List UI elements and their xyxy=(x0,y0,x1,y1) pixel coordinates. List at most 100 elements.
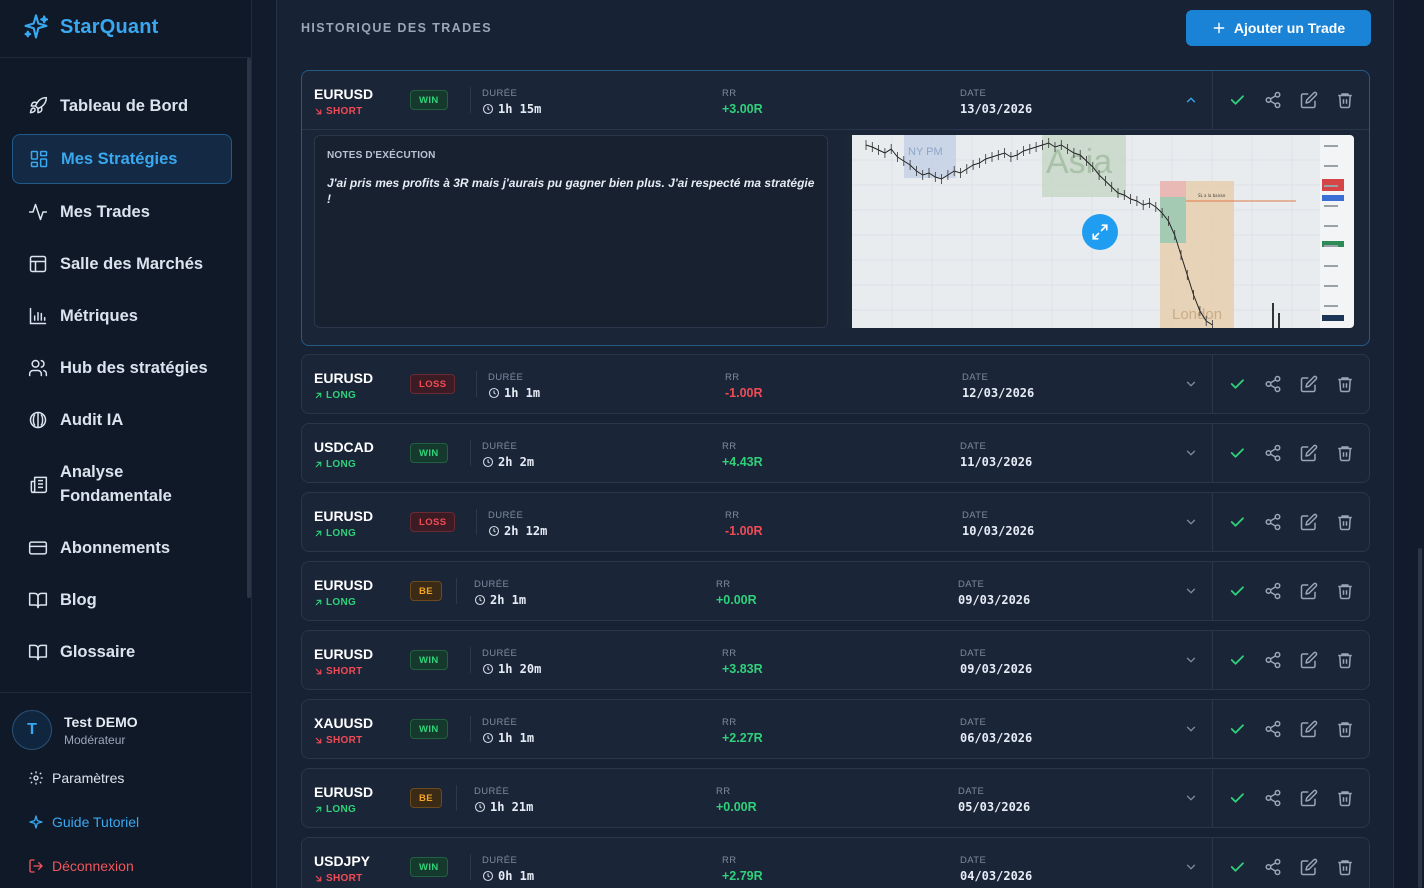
validate-button[interactable] xyxy=(1228,720,1246,738)
validate-button[interactable] xyxy=(1228,651,1246,669)
share-button[interactable] xyxy=(1264,513,1282,531)
trade-row-header[interactable]: EURUSD SHORT WIN DURÉE 1h 20m RR +3.83R DATE 09/… xyxy=(302,631,1369,689)
trade-pair: USDCAD xyxy=(314,439,374,455)
trade-row-header[interactable]: USDCAD LONG WIN DURÉE 2h 2m RR +4.43R DATE 11/03… xyxy=(302,424,1369,482)
sidebar-item-dashboard[interactable]: Tableau de Bord xyxy=(12,81,232,131)
chevron-down-icon[interactable] xyxy=(1184,860,1198,874)
tutorial-link[interactable]: Guide Tutoriel xyxy=(28,814,139,830)
divider xyxy=(456,785,457,811)
edit-button[interactable] xyxy=(1300,720,1318,738)
sidebar-item-label: Blog xyxy=(60,590,97,609)
trade-row-header[interactable]: EURUSD LONG BE DURÉE 1h 21m RR +0.00R DATE 05/03… xyxy=(302,769,1369,827)
sidebar-item-subscriptions[interactable]: Abonnements xyxy=(12,523,232,573)
edit-button[interactable] xyxy=(1300,444,1318,462)
delete-button[interactable] xyxy=(1336,375,1354,393)
chevron-down-icon[interactable] xyxy=(1184,722,1198,736)
validate-button[interactable] xyxy=(1228,444,1246,462)
trash-icon xyxy=(1336,791,1354,811)
trade-direction-label: LONG xyxy=(326,528,357,539)
sidebar-item-label: Mes Stratégies xyxy=(61,149,178,168)
edit-button[interactable] xyxy=(1300,375,1318,393)
validate-button[interactable] xyxy=(1228,375,1246,393)
trade-row-header[interactable]: EURUSD LONG LOSS DURÉE 1h 1m RR -1.00R DATE 12/0… xyxy=(302,355,1369,413)
duration-text: 0h 1m xyxy=(498,869,535,883)
edit-button[interactable] xyxy=(1300,582,1318,600)
validate-button[interactable] xyxy=(1228,858,1246,876)
sidebar-item-fundamental[interactable]: Analyse Fondamentale xyxy=(12,458,232,510)
trade-direction: LONG xyxy=(314,390,356,401)
divider xyxy=(1212,769,1213,827)
edit-button[interactable] xyxy=(1300,91,1318,109)
sidebar-item-strategies[interactable]: Mes Stratégies xyxy=(12,134,232,184)
trade-row-header[interactable]: EURUSD LONG BE DURÉE 2h 1m RR +0.00R DATE 09/03/… xyxy=(302,562,1369,620)
chevron-down-icon[interactable] xyxy=(1184,653,1198,667)
rr-label: RR xyxy=(716,579,731,590)
divider xyxy=(470,854,471,880)
date-value: 13/03/2026 xyxy=(960,102,1033,116)
sidebar-item-glossary[interactable]: Glossaire xyxy=(12,627,232,677)
delete-button[interactable] xyxy=(1336,444,1354,462)
sidebar-item-markets[interactable]: Salle des Marchés xyxy=(12,239,232,289)
chevron-down-icon[interactable] xyxy=(1184,377,1198,391)
validate-button[interactable] xyxy=(1228,789,1246,807)
chevron-down-icon[interactable] xyxy=(1184,446,1198,460)
share-button[interactable] xyxy=(1264,720,1282,738)
user-profile[interactable]: T Test DEMO Modérateur xyxy=(12,710,138,750)
page-scrollbar[interactable] xyxy=(1418,548,1422,888)
edit-button[interactable] xyxy=(1300,513,1318,531)
expand-image-button[interactable] xyxy=(1082,214,1118,250)
delete-button[interactable] xyxy=(1336,720,1354,738)
share-button[interactable] xyxy=(1264,858,1282,876)
users-icon xyxy=(28,359,48,377)
logo[interactable]: StarQuant xyxy=(22,12,158,42)
chevron-up-icon[interactable] xyxy=(1184,93,1198,107)
chevron-down-icon[interactable] xyxy=(1184,791,1198,805)
sidebar-item-label: Métriques xyxy=(60,306,138,325)
sidebar-scrollbar[interactable] xyxy=(247,58,251,598)
sidebar-item-blog[interactable]: Blog xyxy=(12,575,232,625)
share-button[interactable] xyxy=(1264,444,1282,462)
edit-button[interactable] xyxy=(1300,858,1318,876)
edit-icon xyxy=(1300,651,1318,673)
validate-button[interactable] xyxy=(1228,513,1246,531)
delete-button[interactable] xyxy=(1336,91,1354,109)
sidebar-item-audit[interactable]: Audit IA xyxy=(12,395,232,445)
check-icon xyxy=(1228,95,1246,113)
trade-chart-screenshot[interactable]: SL a la baisse NY PM Asia London xyxy=(846,135,1354,328)
duration-value: 0h 1m xyxy=(482,869,534,883)
sidebar-item-trades[interactable]: Mes Trades xyxy=(12,187,232,237)
duration-label: DURÉE xyxy=(474,786,510,797)
rr-label: RR xyxy=(722,88,737,99)
delete-button[interactable] xyxy=(1336,513,1354,531)
logout-link[interactable]: Déconnexion xyxy=(28,858,134,874)
delete-button[interactable] xyxy=(1336,582,1354,600)
sidebar-item-label: Abonnements xyxy=(60,538,171,557)
date-value: 09/03/2026 xyxy=(960,662,1033,676)
chevron-down-icon[interactable] xyxy=(1184,584,1198,598)
divider xyxy=(476,371,477,397)
trade-row-header[interactable]: EURUSD SHORT WIN DURÉE 1h 15m RR +3.00R DATE 13/… xyxy=(302,71,1369,129)
delete-button[interactable] xyxy=(1336,789,1354,807)
rr-label: RR xyxy=(722,648,737,659)
share-button[interactable] xyxy=(1264,375,1282,393)
trade-row-header[interactable]: USDJPY SHORT WIN DURÉE 0h 1m RR +2.79R DATE 04/0… xyxy=(302,838,1369,888)
delete-button[interactable] xyxy=(1336,858,1354,876)
sidebar-item-metrics[interactable]: Métriques xyxy=(12,291,232,341)
chevron-down-icon[interactable] xyxy=(1184,515,1198,529)
sidebar-item-hub[interactable]: Hub des stratégies xyxy=(12,343,232,393)
delete-button[interactable] xyxy=(1336,651,1354,669)
share-button[interactable] xyxy=(1264,582,1282,600)
validate-button[interactable] xyxy=(1228,582,1246,600)
add-trade-button[interactable]: Ajouter un Trade xyxy=(1186,10,1371,46)
check-icon xyxy=(1228,586,1246,604)
edit-button[interactable] xyxy=(1300,651,1318,669)
trade-row-header[interactable]: XAUUSD SHORT WIN DURÉE 1h 1m RR +2.27R DATE 06/0… xyxy=(302,700,1369,758)
share-button[interactable] xyxy=(1264,789,1282,807)
duration-label: DURÉE xyxy=(482,855,518,866)
validate-button[interactable] xyxy=(1228,91,1246,109)
share-button[interactable] xyxy=(1264,651,1282,669)
share-button[interactable] xyxy=(1264,91,1282,109)
trade-row-header[interactable]: EURUSD LONG LOSS DURÉE 2h 12m RR -1.00R DATE 10/… xyxy=(302,493,1369,551)
settings-link[interactable]: Paramètres xyxy=(28,770,124,786)
edit-button[interactable] xyxy=(1300,789,1318,807)
